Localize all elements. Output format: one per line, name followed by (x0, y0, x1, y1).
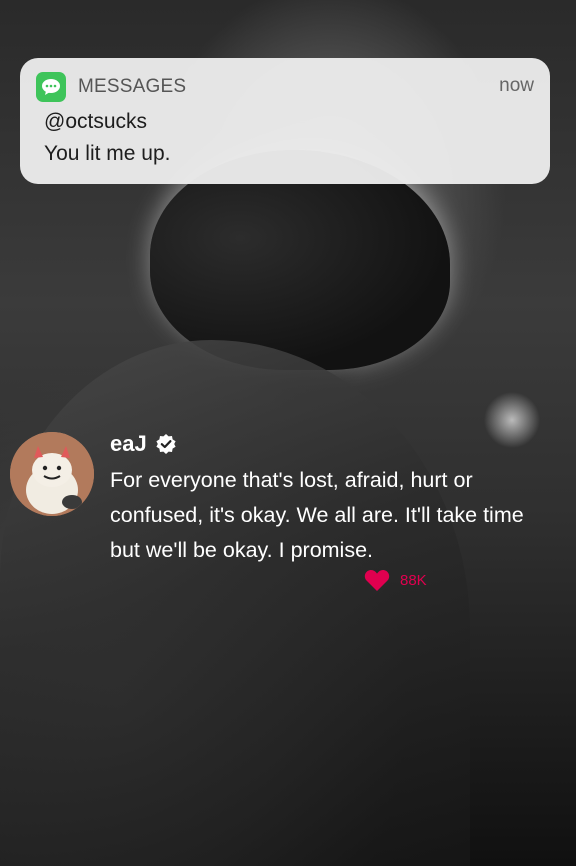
verified-badge-icon (156, 434, 176, 454)
notification-app-name: MESSAGES (78, 76, 187, 97)
tweet-text: For everyone that's lost, afraid, hurt o… (110, 468, 524, 562)
notification-message: You lit me up. (44, 142, 171, 165)
messages-app-icon (36, 72, 66, 102)
notification-sender: @octsucks (44, 110, 148, 133)
tweet-author[interactable]: eaJ (110, 431, 177, 457)
message-notification[interactable]: MESSAGES now @octsucks You lit me up. (20, 58, 550, 184)
notification-time: now (499, 75, 534, 96)
avatar[interactable] (10, 432, 94, 516)
heart-icon (364, 569, 390, 591)
like-count: 88K (400, 571, 427, 589)
like-button[interactable]: 88K (364, 568, 427, 592)
author-name: eaJ (110, 431, 147, 456)
